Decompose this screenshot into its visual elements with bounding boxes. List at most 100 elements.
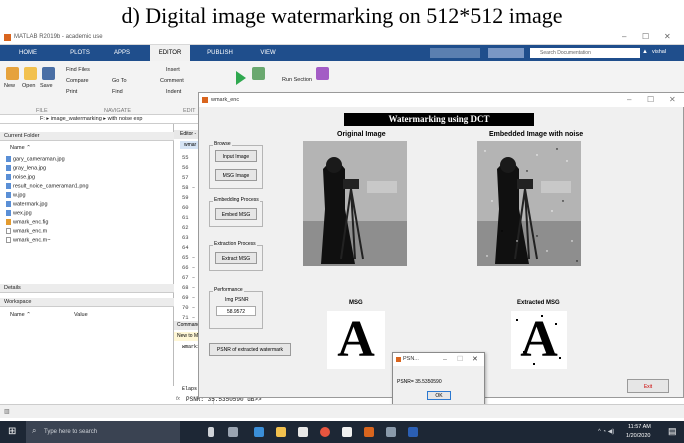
- edge-icon[interactable]: [254, 427, 264, 437]
- figure-main-title: Watermarking using DCT: [344, 113, 534, 126]
- store-icon[interactable]: [298, 427, 308, 437]
- line-number: 67 –: [182, 274, 196, 281]
- indent-button[interactable]: Indent: [166, 89, 181, 95]
- word-icon[interactable]: [408, 427, 418, 437]
- close-icon[interactable]: ✕: [664, 32, 671, 41]
- taskbar-time[interactable]: 11:57 AM: [628, 424, 651, 430]
- new-button[interactable]: New: [4, 83, 15, 89]
- settings-taskbar-icon[interactable]: [386, 427, 396, 437]
- tab-view[interactable]: VIEW: [250, 45, 286, 61]
- embedded-image: [477, 141, 581, 266]
- save-icon[interactable]: [42, 67, 55, 80]
- line-number: 59: [182, 194, 189, 201]
- current-path-bar[interactable]: F: ▸ image_watermarking ▸ with noise exp: [0, 115, 210, 124]
- save-button[interactable]: Save: [40, 83, 53, 89]
- msg-image-button[interactable]: MSG Image: [215, 169, 257, 181]
- minimize-icon[interactable]: –: [622, 32, 626, 41]
- tab-editor[interactable]: EDITOR: [150, 45, 190, 61]
- matlab-window-title: MATLAB R2019b - academic use: [14, 34, 103, 40]
- input-image-button[interactable]: Input Image: [215, 150, 257, 162]
- embed-msg-button[interactable]: Embed MSG: [215, 208, 257, 220]
- img-psnr-label: Img PSNR: [225, 297, 249, 303]
- line-number: 63: [182, 234, 189, 241]
- file-item[interactable]: wmark_enc.m~: [6, 237, 50, 243]
- taskbar-search-input[interactable]: Type here to search: [26, 421, 180, 443]
- dialog-minimize-icon[interactable]: –: [443, 353, 447, 366]
- run-icon[interactable]: [236, 71, 246, 85]
- help-toolbar[interactable]: [488, 48, 524, 58]
- command-output-line: Elaps: [182, 386, 198, 392]
- workspace-header: Workspace: [0, 298, 174, 307]
- current-folder-panel: Current Folder Name ⌃ gary_cameraman.jpg…: [0, 124, 174, 386]
- comment-button[interactable]: Comment: [160, 78, 184, 84]
- workspace-name-column[interactable]: Name ⌃: [10, 312, 31, 318]
- file-item[interactable]: wmark_enc.m: [6, 228, 47, 234]
- file-item[interactable]: result_noice_cameraman1.png: [6, 183, 89, 189]
- windows-start-icon[interactable]: ⊞: [8, 426, 16, 437]
- task-view-icon[interactable]: [228, 427, 238, 437]
- screenshot-root: d) Digital image watermarking on 512*512…: [0, 0, 684, 443]
- notifications-icon[interactable]: ▤: [668, 426, 677, 437]
- file-item[interactable]: noise.jpg: [6, 174, 35, 180]
- search-icon: ⌕: [32, 426, 37, 435]
- matlab-taskbar-icon[interactable]: [364, 427, 374, 437]
- open-folder-icon[interactable]: [24, 67, 37, 80]
- psnr-extracted-watermark-button[interactable]: PSNR of extracted watermark: [209, 343, 291, 356]
- run-section-button[interactable]: Run Section: [282, 77, 312, 83]
- tab-publish[interactable]: PUBLISH: [200, 45, 240, 61]
- compare-button[interactable]: Compare: [66, 78, 89, 84]
- find-files-button[interactable]: Find Files: [66, 67, 90, 73]
- go-to-button[interactable]: Go To: [112, 78, 127, 84]
- cortana-icon[interactable]: [208, 427, 214, 437]
- tab-apps[interactable]: APPS: [104, 45, 140, 61]
- exit-button[interactable]: Exit: [627, 379, 669, 393]
- line-number: 64: [182, 244, 189, 251]
- status-icon: ▥: [4, 409, 10, 415]
- dialog-ok-button[interactable]: OK: [427, 391, 451, 400]
- dialog-close-icon[interactable]: ✕: [472, 353, 478, 366]
- file-item[interactable]: gray_lena.jpg: [6, 165, 46, 171]
- figure-close-icon[interactable]: ✕: [669, 93, 676, 107]
- img-psnr-value[interactable]: 58.9572: [216, 306, 256, 316]
- psnr-dialog-title-bar: PSN... – ☐ ✕: [393, 353, 484, 366]
- line-number: 66 –: [182, 264, 196, 271]
- insert-button[interactable]: Insert: [166, 67, 180, 73]
- line-number: 61: [182, 214, 189, 221]
- search-documentation-input[interactable]: Search Documentation: [530, 48, 640, 58]
- mail-icon[interactable]: [342, 427, 352, 437]
- matlab-logo-icon: [4, 34, 11, 41]
- open-button[interactable]: Open: [22, 83, 35, 89]
- file-item[interactable]: wmark_enc.fig: [6, 219, 48, 225]
- dialog-maximize-icon[interactable]: ☐: [457, 353, 463, 366]
- file-explorer-icon[interactable]: [276, 427, 286, 437]
- figure-minimize-icon[interactable]: –: [627, 93, 631, 107]
- embedded-image-label: Embedded Image with noise: [489, 131, 584, 138]
- line-number: 70 –: [182, 304, 196, 311]
- file-item[interactable]: wex.jpg: [6, 210, 32, 216]
- workspace-value-column[interactable]: Value: [74, 312, 88, 318]
- user-account-icon[interactable]: ▲: [642, 49, 648, 55]
- original-image: [303, 141, 407, 266]
- psnr-dialog: PSN... – ☐ ✕ PSNR= 35.5350590 OK: [392, 352, 485, 406]
- tab-home[interactable]: HOME: [10, 45, 46, 61]
- run-and-time-icon[interactable]: [316, 67, 329, 80]
- file-item[interactable]: watermark.jpg: [6, 201, 48, 207]
- file-item[interactable]: w.jpg: [6, 192, 26, 198]
- user-name[interactable]: vishal: [652, 49, 666, 55]
- name-column-header[interactable]: Name ⌃: [10, 145, 31, 151]
- extract-msg-button[interactable]: Extract MSG: [215, 252, 257, 264]
- find-button[interactable]: Find: [112, 89, 123, 95]
- print-button[interactable]: Print: [66, 89, 77, 95]
- new-file-icon[interactable]: [6, 67, 19, 80]
- quick-access-toolbar[interactable]: [430, 48, 480, 58]
- taskbar-date[interactable]: 1/20/2020: [626, 433, 650, 439]
- line-number: 57: [182, 174, 189, 181]
- run-and-advance-icon[interactable]: [252, 67, 265, 80]
- maximize-icon[interactable]: ☐: [642, 32, 649, 41]
- tab-plots[interactable]: PLOTS: [62, 45, 98, 61]
- figure-maximize-icon[interactable]: ☐: [647, 93, 654, 107]
- file-item[interactable]: gary_cameraman.jpg: [6, 156, 65, 162]
- details-header[interactable]: Details: [0, 284, 174, 293]
- chrome-icon[interactable]: [320, 427, 330, 437]
- system-tray-icons[interactable]: ^ ◔ ◀): [598, 428, 614, 435]
